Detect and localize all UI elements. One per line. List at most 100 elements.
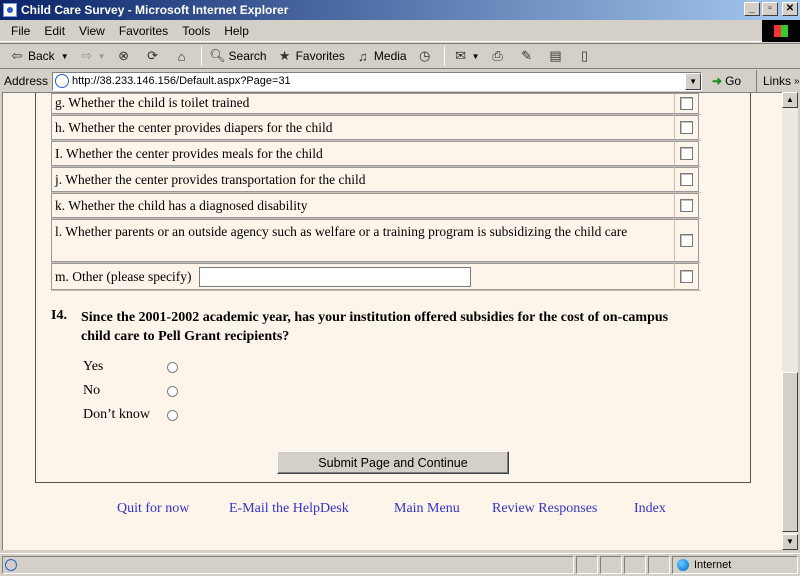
minimize-button[interactable]: _ (744, 2, 760, 16)
page-viewport: g. Whether the child is toilet trained h… (2, 92, 782, 550)
answer-label: Yes (83, 359, 104, 374)
favorites-label: Favorites (295, 49, 345, 63)
menu-view[interactable]: View (72, 22, 112, 40)
other-specify-input[interactable] (199, 266, 472, 287)
option-label: l. Whether parents or an outside agency … (51, 219, 675, 262)
review-responses-link[interactable]: Review Responses (492, 501, 597, 517)
table-row: m. Other (please specify) (51, 263, 701, 291)
back-dropdown-icon[interactable]: ▼ (61, 52, 69, 61)
mail-dropdown-icon[interactable]: ▼ (472, 52, 480, 61)
address-dropdown-icon[interactable]: ▼ (685, 72, 702, 90)
history-icon: ◷ (418, 48, 431, 63)
mail-icon: ✉ (455, 48, 467, 63)
status-panel (648, 556, 670, 574)
menu-help[interactable]: Help (217, 22, 256, 40)
discuss-button[interactable]: ▤ (543, 46, 572, 66)
index-link[interactable]: Index (634, 501, 666, 517)
submit-page-button[interactable]: Submit Page and Continue (277, 451, 509, 474)
refresh-button[interactable]: ⟳ (140, 46, 169, 66)
menu-favorites[interactable]: Favorites (112, 22, 175, 40)
option-checkbox[interactable] (680, 173, 693, 186)
favorites-icon: ★ (278, 48, 291, 63)
search-button[interactable]: 🔍︎ Search (205, 46, 272, 66)
messenger-button[interactable]: ▯ (572, 46, 601, 66)
option-label: g. Whether the child is toilet trained (51, 93, 675, 114)
option-label: k. Whether the child has a diagnosed dis… (51, 193, 675, 218)
address-url[interactable]: http://38.233.146.156/Default.aspx?Page=… (72, 75, 291, 87)
window-title: Child Care Survey - Microsoft Internet E… (21, 3, 289, 17)
answer-dont-know: Don’t know (83, 407, 178, 423)
maximize-button[interactable]: ▫ (762, 2, 778, 16)
table-row: l. Whether parents or an outside agency … (51, 219, 701, 263)
option-checkbox[interactable] (680, 270, 693, 283)
status-panel (624, 556, 646, 574)
menu-tools[interactable]: Tools (175, 22, 217, 40)
globe-icon (677, 559, 689, 571)
option-checkbox[interactable] (680, 121, 693, 134)
table-row: I. Whether the center provides meals for… (51, 141, 701, 167)
option-checkbox[interactable] (680, 97, 693, 110)
radio-dont-know[interactable] (167, 409, 178, 421)
ie-app-icon (3, 3, 17, 17)
main-menu-link[interactable]: Main Menu (394, 501, 460, 517)
answer-no: No (83, 383, 178, 399)
helpdesk-link[interactable]: E-Mail the HelpDesk (229, 501, 349, 517)
stop-button[interactable]: ⊗ (111, 46, 140, 66)
title-bar: Child Care Survey - Microsoft Internet E… (0, 0, 800, 20)
back-label: Back (28, 49, 55, 63)
print-button[interactable]: ⎙ (485, 46, 514, 66)
option-checkbox[interactable] (680, 234, 693, 247)
menu-bar: File Edit View Favorites Tools Help (0, 20, 800, 42)
menu-file[interactable]: File (4, 22, 37, 40)
status-main (2, 556, 574, 574)
mail-button[interactable]: ✉ ▼ (448, 46, 485, 66)
history-button[interactable]: ◷ (412, 46, 441, 66)
media-icon: ♫ (358, 48, 368, 64)
go-button[interactable]: ➜ Go (712, 74, 741, 88)
scroll-thumb[interactable] (782, 372, 798, 532)
media-label: Media (373, 49, 407, 63)
scroll-down-icon[interactable]: ▼ (782, 534, 798, 550)
search-label: Search (228, 49, 267, 63)
forward-button[interactable]: ⇨ ▼ (74, 46, 111, 66)
home-button[interactable]: ⌂ (169, 46, 198, 66)
close-button[interactable]: ✕ (782, 2, 798, 16)
back-button[interactable]: ⇦ Back ▼ (4, 46, 74, 66)
option-checkbox[interactable] (680, 199, 693, 212)
toolbar: ⇦ Back ▼ ⇨ ▼ ⊗ ⟳ ⌂ 🔍︎ Search ★ Favorites… (0, 43, 800, 69)
edit-button[interactable]: ✎ (514, 46, 543, 66)
scroll-up-icon[interactable]: ▲ (782, 92, 798, 108)
menu-edit[interactable]: Edit (37, 22, 72, 40)
forward-arrow-icon: ⇨ (81, 48, 93, 63)
question-number: I4. (51, 308, 67, 323)
links-toolbar[interactable]: Links » (756, 70, 800, 92)
search-icon: 🔍︎ (209, 48, 226, 63)
status-panel (600, 556, 622, 574)
go-arrow-icon: ➜ (712, 74, 723, 88)
vertical-scrollbar[interactable]: ▲ ▼ (782, 92, 798, 550)
go-label: Go (725, 74, 742, 88)
status-bar: Internet (0, 553, 800, 576)
page-icon (55, 74, 70, 88)
media-button[interactable]: ♫ Media (350, 46, 412, 66)
done-page-icon (5, 559, 17, 571)
answer-label: No (83, 383, 101, 398)
edit-icon: ✎ (521, 48, 532, 63)
toolbar-separator (443, 46, 445, 66)
address-input[interactable]: http://38.233.146.156/Default.aspx?Page=… (52, 71, 703, 91)
address-bar: Address http://38.233.146.156/Default.as… (0, 70, 800, 92)
option-label: j. Whether the center provides transport… (51, 167, 675, 192)
radio-yes[interactable] (167, 361, 178, 373)
option-checkbox[interactable] (680, 147, 693, 160)
table-row: g. Whether the child is toilet trained (51, 93, 701, 115)
windows-logo-icon (762, 20, 800, 42)
zone-label: Internet (694, 559, 732, 571)
forward-dropdown-icon[interactable]: ▼ (98, 52, 106, 61)
radio-no[interactable] (167, 385, 178, 397)
security-zone: Internet (672, 556, 798, 574)
option-label: I. Whether the center provides meals for… (51, 141, 675, 166)
quit-link[interactable]: Quit for now (117, 501, 189, 517)
favorites-button[interactable]: ★ Favorites (272, 46, 350, 66)
refresh-icon: ⟳ (147, 48, 158, 63)
links-label: Links (763, 74, 792, 88)
